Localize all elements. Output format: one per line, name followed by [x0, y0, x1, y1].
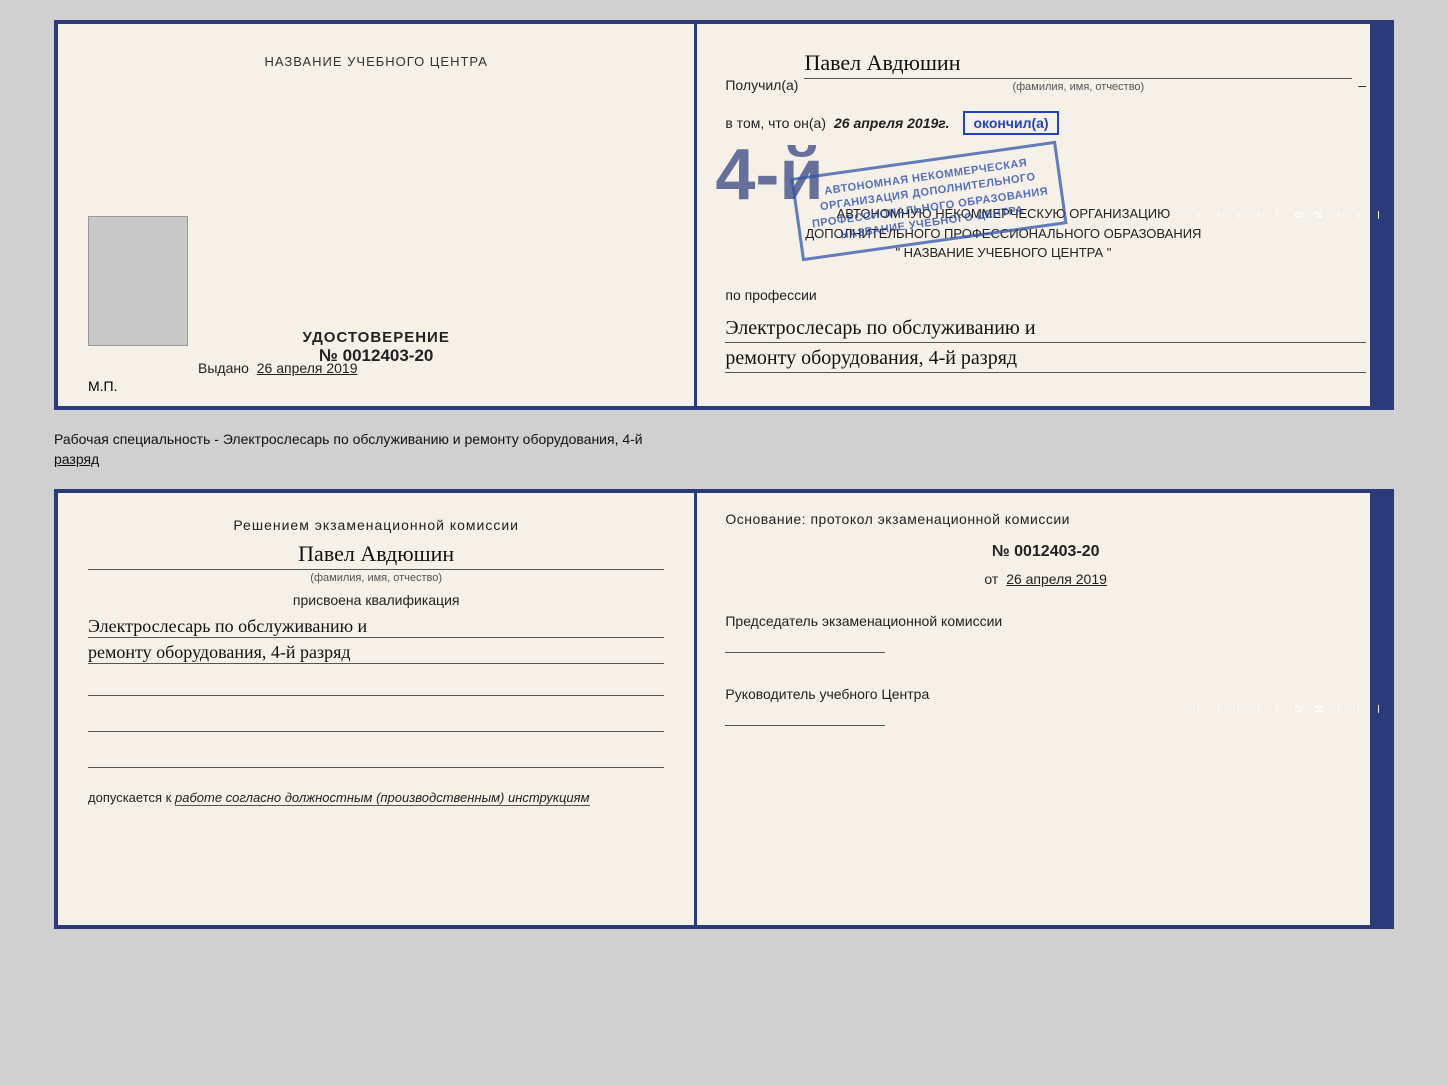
predsedatel-sig-line — [725, 633, 885, 653]
rukovoditel-sig-line — [725, 706, 885, 726]
person-name-bottom: Павел Авдюшин — [88, 541, 664, 570]
protokol-number: № 0012403-20 — [725, 543, 1366, 561]
rukovoditel-block: Руководитель учебного Центра — [725, 686, 1366, 729]
top-document: НАЗВАНИЕ УЧЕБНОГО ЦЕНТРА УДОСТОВЕРЕНИЕ №… — [54, 20, 1394, 410]
fio-caption-bottom: (фамилия, имя, отчество) — [88, 572, 664, 584]
kvalif-line1: Электрослесарь по обслуживанию и — [88, 616, 664, 638]
person-name-top: Павел Авдюшин — [804, 50, 1352, 79]
bottom-right-decoration: – – – и а ← – – – – — [1370, 493, 1390, 925]
vydano-block: Выдано 26 апреля 2019 — [198, 360, 358, 376]
top-right-decoration: – – – и а ← – – – – — [1370, 24, 1390, 406]
middle-text-block: Рабочая специальность - Электрослесарь п… — [54, 426, 1394, 473]
top-left-title: НАЗВАНИЕ УЧЕБНОГО ЦЕНТРА — [264, 54, 487, 69]
ot-label: от — [984, 571, 998, 587]
predsedatel-label: Председатель экзаменационной комиссии — [725, 613, 1366, 629]
okonchil-label: окончил(а) — [963, 111, 1058, 135]
photo-placeholder — [88, 216, 188, 346]
vtom-label: в том, что он(а) — [725, 115, 826, 131]
middle-line2: разряд — [54, 450, 1394, 470]
po-professii-label: по профессии — [725, 287, 1366, 303]
vydano-date: 26 апреля 2019 — [257, 360, 358, 376]
dopuskaetsya-label: допускается к — [88, 790, 171, 805]
predsedatel-block: Председатель экзаменационной комиссии — [725, 613, 1366, 656]
osnovanie-label: Основание: протокол экзаменационной коми… — [725, 511, 1366, 527]
top-doc-left: НАЗВАНИЕ УЧЕБНОГО ЦЕНТРА УДОСТОВЕРЕНИЕ №… — [58, 24, 697, 406]
rukovoditel-label: Руководитель учебного Центра — [725, 686, 1366, 702]
blank-line-2 — [88, 712, 664, 732]
middle-line1: Рабочая специальность - Электрослесарь п… — [54, 430, 1394, 450]
dopuskaetsya-block: допускается к работе согласно должностны… — [88, 790, 664, 805]
resheniem-title: Решением экзаменационной комиссии — [88, 517, 664, 533]
dopuskaetsya-value: работе согласно должностным (производств… — [175, 790, 590, 806]
profession-line1: Электрослесарь по обслуживанию и — [725, 317, 1366, 343]
prisvoena-label: присвоена квалификация — [88, 592, 664, 608]
ot-date-block: от 26 апреля 2019 — [725, 571, 1366, 587]
bottom-doc-left: Решением экзаменационной комиссии Павел … — [58, 493, 697, 925]
bottom-document: Решением экзаменационной комиссии Павел … — [54, 489, 1394, 929]
poluchil-label: Получил(а) — [725, 77, 798, 93]
ot-date: 26 апреля 2019 — [1006, 571, 1107, 587]
profession-line2: ремонту оборудования, 4-й разряд — [725, 347, 1366, 373]
blank-line-3 — [88, 748, 664, 768]
mp-label: М.П. — [88, 378, 118, 394]
vtom-date: 26 апреля 2019г. — [834, 115, 949, 131]
udostoverenie-label: УДОСТОВЕРЕНИЕ — [303, 329, 450, 346]
vydano-label: Выдано — [198, 360, 249, 376]
page-wrapper: НАЗВАНИЕ УЧЕБНОГО ЦЕНТРА УДОСТОВЕРЕНИЕ №… — [20, 20, 1428, 929]
blank-line-1 — [88, 676, 664, 696]
kvalif-line2: ремонту оборудования, 4-й разряд — [88, 642, 664, 664]
fio-caption-top: (фамилия, имя, отчество) — [804, 81, 1352, 93]
